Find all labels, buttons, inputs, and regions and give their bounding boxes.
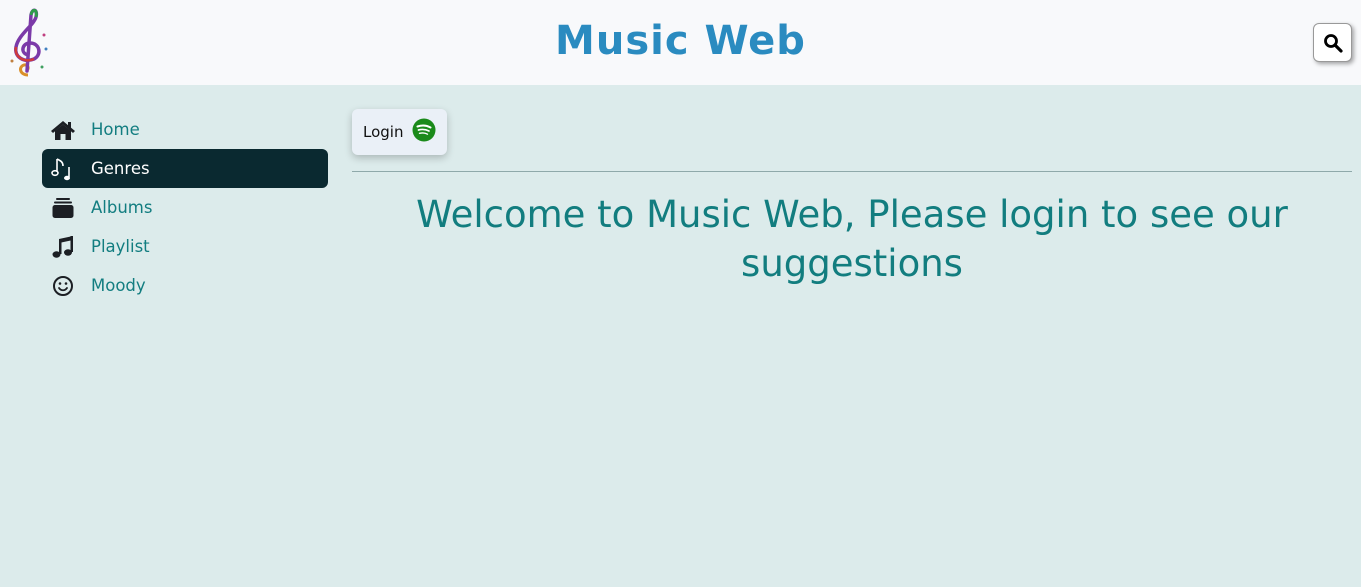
login-label: Login <box>363 123 404 141</box>
home-icon <box>46 119 80 141</box>
search-icon <box>1323 33 1343 53</box>
music-note-icon <box>46 235 80 259</box>
music-notes-icon <box>46 157 80 181</box>
sidebar-item-label: Home <box>91 120 140 139</box>
content-divider <box>352 171 1352 172</box>
sidebar-item-label: Playlist <box>91 237 150 256</box>
app-header: Music Web <box>0 0 1361 85</box>
sidebar-nav: Home Genres Albums Playlist Moody <box>42 110 328 305</box>
sidebar-item-label: Genres <box>91 159 150 178</box>
sidebar-item-label: Albums <box>91 198 153 217</box>
search-button[interactable] <box>1313 23 1352 62</box>
albums-icon <box>46 197 80 219</box>
sidebar-item-albums[interactable]: Albums <box>42 188 328 227</box>
sidebar-item-home[interactable]: Home <box>42 110 328 149</box>
smile-icon <box>46 275 80 297</box>
sidebar-item-label: Moody <box>91 276 146 295</box>
spotify-icon <box>412 118 436 146</box>
sidebar-item-playlist[interactable]: Playlist <box>42 227 328 266</box>
app-title: Music Web <box>555 18 806 64</box>
sidebar-item-moody[interactable]: Moody <box>42 266 328 305</box>
welcome-message: Welcome to Music Web, Please login to se… <box>416 193 1288 285</box>
sidebar-item-genres[interactable]: Genres <box>42 149 328 188</box>
login-button[interactable]: Login <box>352 109 447 155</box>
